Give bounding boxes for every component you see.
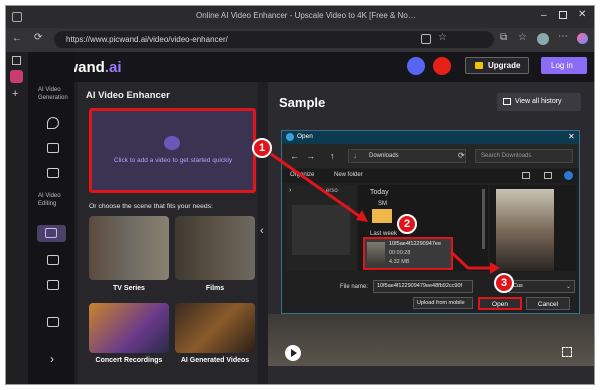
- step-badge-1: 1: [252, 138, 272, 158]
- step-badge-3: 3: [494, 273, 514, 293]
- arrow-3: [449, 250, 494, 270]
- screenshot: Online AI Video Enhancer - Upscale Video…: [5, 5, 595, 385]
- arrowhead-3: [490, 262, 500, 274]
- step-badge-2: 2: [397, 214, 417, 234]
- annotation-arrows: [270, 152, 500, 274]
- arrow-1: [270, 152, 363, 220]
